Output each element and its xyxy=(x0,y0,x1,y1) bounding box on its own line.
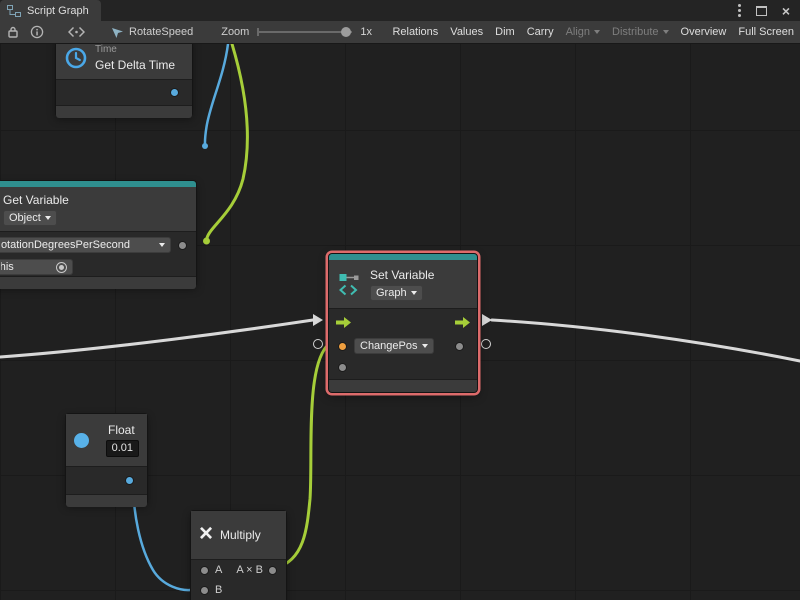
script-graph-icon xyxy=(7,5,21,17)
free-port-ring-right[interactable] xyxy=(481,339,491,349)
maximize-icon[interactable] xyxy=(756,6,767,16)
output-port-delta-time[interactable] xyxy=(171,89,178,96)
code-view-icon[interactable] xyxy=(68,26,85,38)
caret-down-icon xyxy=(45,216,51,220)
zoom-slider-track[interactable] xyxy=(257,31,352,33)
node-footer xyxy=(329,379,477,392)
zoom-slider-handle[interactable] xyxy=(341,27,351,37)
align-button[interactable]: Align xyxy=(560,21,606,43)
variable-name-dropdown[interactable]: RotationDegreesPerSecond xyxy=(0,237,171,253)
tab-bar: Script Graph × xyxy=(0,0,800,21)
output-port-value[interactable] xyxy=(179,242,186,249)
node-footer xyxy=(56,105,192,118)
free-port-ring-left[interactable] xyxy=(313,339,323,349)
port-label-a: A xyxy=(215,564,222,576)
multiply-icon: × xyxy=(199,522,213,546)
tab-script-graph[interactable]: Script Graph xyxy=(0,0,101,21)
output-port-float[interactable] xyxy=(126,477,133,484)
tab-title: Script Graph xyxy=(27,5,89,17)
node-multiply[interactable]: × Multiply A A × B B xyxy=(190,510,287,600)
variable-kind-dropdown[interactable]: Object xyxy=(3,210,57,226)
output-port-product[interactable] xyxy=(269,567,276,574)
graph-breadcrumb[interactable]: RotateSpeed xyxy=(111,26,193,39)
close-icon[interactable]: × xyxy=(782,4,790,18)
caret-down-icon xyxy=(663,30,669,34)
window-menu-icon[interactable] xyxy=(738,9,741,12)
input-port-target[interactable] xyxy=(339,364,346,371)
zoom-value: 1x xyxy=(360,26,372,38)
node-get-delta-time[interactable]: Time Get Delta Time xyxy=(55,44,193,117)
node-get-variable[interactable]: Get Variable Object RotationDegreesPerSe… xyxy=(0,180,197,287)
flow-arrowhead-right xyxy=(482,314,492,326)
zoom-label: Zoom xyxy=(221,26,249,38)
full-screen-button[interactable]: Full Screen xyxy=(732,21,800,43)
graph-name: RotateSpeed xyxy=(129,26,193,38)
input-port-value[interactable] xyxy=(339,343,346,350)
node-footer xyxy=(66,494,147,507)
node-footer xyxy=(0,276,196,289)
graph-asset-icon xyxy=(111,26,124,39)
wire-end-dot xyxy=(202,143,208,149)
caret-down-icon xyxy=(159,243,165,247)
graph-canvas[interactable]: Time Get Delta Time Get Variable Object xyxy=(0,44,800,600)
graph-toolbar: RotateSpeed Zoom 1x Relations Values Dim… xyxy=(0,21,800,44)
lock-icon[interactable] xyxy=(6,25,20,39)
flow-arrowhead-left xyxy=(313,314,323,326)
port-label-output: A × B xyxy=(236,564,263,576)
node-title: Get Variable xyxy=(3,193,69,207)
port-label-b: B xyxy=(215,584,222,596)
value-wire-blue-top[interactable] xyxy=(205,44,228,146)
node-category: Time xyxy=(95,44,117,55)
input-port-b[interactable] xyxy=(201,587,208,594)
value-wire-green-top[interactable] xyxy=(207,44,248,240)
caret-down-icon xyxy=(411,291,417,295)
flow-wire-right[interactable] xyxy=(492,320,800,361)
input-port-a[interactable] xyxy=(201,567,208,574)
output-port-value[interactable] xyxy=(456,343,463,350)
caret-down-icon xyxy=(422,344,428,348)
variable-name-dropdown[interactable]: ChangePos xyxy=(354,338,434,354)
unity-visual-scripting-window: Script Graph × RotateSpeed Zoom xyxy=(0,0,800,600)
info-icon[interactable] xyxy=(30,25,44,39)
distribute-button[interactable]: Distribute xyxy=(606,21,674,43)
relations-button[interactable]: Relations xyxy=(386,21,444,43)
variable-kind-dropdown[interactable]: Graph xyxy=(370,285,423,301)
float-value-input[interactable]: 0.01 xyxy=(106,440,139,457)
flow-input-arrow[interactable] xyxy=(336,317,351,328)
node-title: Set Variable xyxy=(370,268,434,282)
caret-down-icon xyxy=(594,30,600,34)
float-icon xyxy=(74,433,89,448)
node-set-variable[interactable]: Set Variable Graph xyxy=(328,253,478,393)
values-button[interactable]: Values xyxy=(444,21,489,43)
clock-icon xyxy=(64,46,88,70)
object-picker-icon[interactable] xyxy=(56,262,67,273)
target-object-field[interactable]: This xyxy=(0,259,73,275)
carry-button[interactable]: Carry xyxy=(521,21,560,43)
overview-button[interactable]: Overview xyxy=(675,21,733,43)
node-title: Multiply xyxy=(220,528,261,542)
zoom-slider[interactable] xyxy=(257,26,352,38)
node-float[interactable]: Float 0.01 xyxy=(65,413,148,505)
node-title: Get Delta Time xyxy=(95,58,175,72)
flow-wire-left[interactable] xyxy=(0,320,313,357)
flow-output-arrow[interactable] xyxy=(455,317,470,328)
dim-button[interactable]: Dim xyxy=(489,21,521,43)
graph-variable-icon xyxy=(337,271,363,297)
wire-end-dot xyxy=(203,238,210,245)
node-title: Float xyxy=(96,423,135,437)
